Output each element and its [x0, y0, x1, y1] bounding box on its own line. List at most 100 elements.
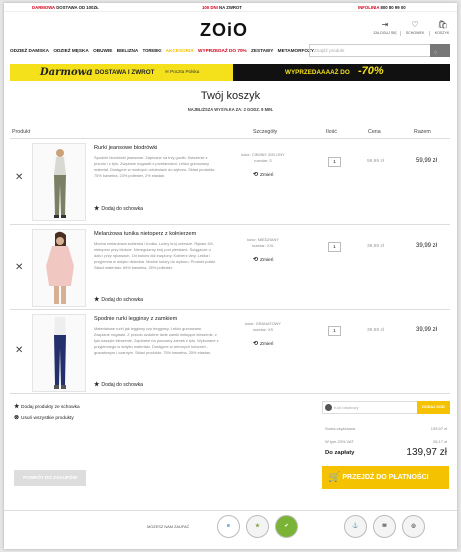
star-icon: ★ — [94, 297, 100, 303]
free-delivery-strong: DARMOWA — [32, 5, 55, 10]
refresh-icon: ⟲ — [253, 341, 259, 347]
trust-label: MOŻESZ NAM ZAUFAĆ — [147, 524, 190, 529]
add-to-wishlist-link[interactable]: ★ Dodaj do schowka — [94, 296, 143, 303]
sale-percent: -70% — [358, 65, 384, 77]
main-nav: ODZIEŻ DAMSKA ODZIEŻ MĘSKA OBUWIE BIELIZ… — [10, 48, 317, 53]
vat-label: W tym 23% VAT — [325, 439, 354, 444]
product-image-jeans[interactable] — [32, 143, 86, 221]
product-attributes: kolor: CIEMNY ZIELONY rozmiar: S — [228, 152, 298, 164]
certificate-badge-icon[interactable]: ✔ — [275, 515, 298, 538]
star-icon: ★ — [94, 206, 100, 212]
remove-item-close-icon[interactable]: ✕ — [15, 345, 23, 356]
product-name[interactable]: Melanżowa tunika nietoperz z kołnierzem — [94, 231, 214, 237]
nav-item-odziez-damska[interactable]: ODZIEŻ DAMSKA — [10, 48, 49, 53]
zoio-logo[interactable]: ZOiO — [200, 20, 248, 41]
remove-all-link[interactable]: ⊗ Usuń wszystkie produkty — [14, 414, 74, 421]
free-delivery-text: DOSTAWA OD 100ZŁ — [56, 5, 99, 10]
cart-page: DARMOWA DOSTAWA OD 100ZŁ 100 DNI NA ZWRO… — [4, 3, 457, 549]
search-button[interactable]: ⚲ — [430, 44, 450, 57]
product-name[interactable]: Rurki jeansowe biodrówki — [94, 145, 214, 151]
add-to-wishlist-link[interactable]: ★ Dodaj do schowka — [94, 381, 143, 388]
wishlist-link[interactable]: ♡ SCHOWEK — [400, 20, 430, 35]
grand-total-value: 139,97 zł — [406, 447, 447, 458]
quantity-input[interactable]: 1 — [328, 242, 341, 252]
product-name[interactable]: Spodnie rurki legginsy z zamkiem — [94, 316, 214, 322]
back-to-shopping-button[interactable]: POWRÓT DO ZAKUPÓW — [14, 470, 86, 486]
search-box[interactable]: Znajdź produkt ⚲ — [309, 44, 450, 57]
vat-value: 26,17 zł — [432, 439, 447, 444]
return-days-text: NA ZWROT — [218, 5, 242, 10]
product-size: rozmiar: XS — [252, 327, 274, 332]
cart-item-row: ✕ Spodnie rurki legginsy z zamkiem Mater… — [10, 310, 450, 396]
cart-item-row: ✕ Rurki jeansowe biodrówki Spodnie biodr… — [10, 139, 450, 225]
return-days-strong: 100 DNI — [202, 5, 218, 10]
tag-icon — [325, 404, 332, 411]
cart-icon: 🛒 — [328, 472, 341, 483]
login-label: ZALOGUJ SIĘ — [373, 31, 397, 35]
free-delivery-banner[interactable]: Darmowa DOSTAWA I ZWROT ✉ Poczta Polska — [10, 64, 233, 81]
change-variant-link[interactable]: ⟲ Zmień — [253, 171, 273, 178]
product-attributes: kolor: MIEDZIANY rozmiar: XXL — [228, 237, 298, 249]
column-header-product: Produkt — [12, 129, 31, 135]
nav-item-akcesoria[interactable]: AKCESORIA — [166, 48, 194, 53]
product-image-tunic[interactable] — [32, 229, 86, 307]
unit-price: 59,99 zł — [367, 159, 384, 164]
divider — [10, 393, 450, 394]
remove-item-close-icon[interactable]: ✕ — [15, 262, 23, 273]
change-variant-link[interactable]: ⟲ Zmień — [253, 256, 273, 263]
product-size: rozmiar: S — [254, 158, 272, 163]
star-icon: ★ — [14, 404, 20, 410]
column-header-total: Razem — [414, 129, 431, 135]
nav-item-torebki[interactable]: TOREBKI — [143, 48, 162, 53]
coupon-box: Kod rabatowy DODAJ KOD — [322, 401, 450, 414]
cart-item-row: ✕ Melanżowa tunika nietoperz z kołnierze… — [10, 225, 450, 311]
shipping-countdown: NAJBLIŻSZA WYSYŁKA ZA: 2 GODZ. 9 MIN. — [187, 107, 274, 112]
subtotal-value: 139,97 zł — [430, 426, 447, 431]
wishlist-label: SCHOWEK — [405, 31, 425, 35]
product-image-leggings[interactable] — [32, 314, 86, 392]
product-size: rozmiar: XXL — [251, 243, 275, 248]
nav-item-bielizna[interactable]: BIELIZNA — [117, 48, 139, 53]
search-input[interactable]: Znajdź produkt — [314, 48, 344, 53]
apply-coupon-button[interactable]: DODAJ KOD — [417, 401, 450, 414]
add-to-wishlist-link[interactable]: ★ Dodaj do schowka — [94, 205, 143, 212]
top-info-bar: DARMOWA DOSTAWA OD 100ZŁ 100 DNI NA ZWRO… — [4, 3, 457, 12]
quality-seal-icon[interactable]: ◎ — [402, 515, 425, 538]
quantity-input[interactable]: 1 — [328, 157, 341, 167]
quantity-input[interactable]: 1 — [328, 326, 341, 336]
heart-icon: ♡ — [411, 20, 419, 29]
product-attributes: kolor: GRANATOWY rozmiar: XS — [228, 321, 298, 333]
award-badge-icon[interactable]: ★ — [246, 515, 269, 538]
basket-link[interactable]: 🛍 KOSZYK — [427, 20, 457, 35]
line-total: 59,99 zł — [416, 158, 438, 164]
hotline-strong: INFOLINIA — [358, 5, 380, 10]
page-title: Twój koszyk — [200, 90, 261, 102]
nav-item-zestawy[interactable]: ZESTAWY — [251, 48, 273, 53]
ecommerce-europe-badge-icon[interactable]: e — [217, 515, 240, 538]
unit-price: 39,99 zł — [367, 244, 384, 249]
add-all-to-wishlist-link[interactable]: ★ Dodaj produkty ze schowka — [14, 403, 80, 410]
product-description: Modna melanżowa sukienka / tunika. Luźny… — [94, 241, 217, 270]
nav-item-wyprzedaz[interactable]: WYPRZEDAŻ DO 70% — [198, 48, 247, 53]
nav-item-obuwie[interactable]: OBUWIE — [93, 48, 112, 53]
subtotal-row: Suma częściowa 139,97 zł — [325, 426, 447, 431]
sale-text: WYPRZEDAAAAŻ DO — [285, 69, 350, 76]
remove-item-close-icon[interactable]: ✕ — [15, 172, 23, 183]
coupon-input[interactable]: Kod rabatowy — [334, 405, 358, 410]
column-header-price: Cena — [368, 129, 381, 135]
login-link[interactable]: ⇥ ZALOGUJ SIĘ — [370, 20, 400, 35]
column-header-details: Szczegóły — [253, 129, 278, 135]
basket-label: KOSZYK — [434, 31, 450, 35]
shipping-seal-icon[interactable]: ✉ — [373, 515, 396, 538]
refresh-icon: ⟲ — [253, 257, 259, 263]
search-icon: ⚲ — [434, 50, 438, 55]
checkout-button[interactable]: 🛒 PRZEJDŹ DO PŁATNOŚCI — [322, 466, 449, 489]
nav-item-odziez-meska[interactable]: ODZIEŻ MĘSKA — [53, 48, 88, 53]
unit-price: 39,99 zł — [367, 328, 384, 333]
vat-row: W tym 23% VAT 26,17 zł — [325, 439, 447, 444]
change-variant-link[interactable]: ⟲ Zmień — [253, 340, 273, 347]
security-seal-icon[interactable]: ⚓ — [344, 515, 367, 538]
line-total: 39,99 zł — [416, 243, 438, 249]
grand-total-label: Do zapłaty — [325, 450, 355, 456]
sale-banner[interactable]: WYPRZEDAAAAŻ DO -70% — [233, 64, 450, 81]
